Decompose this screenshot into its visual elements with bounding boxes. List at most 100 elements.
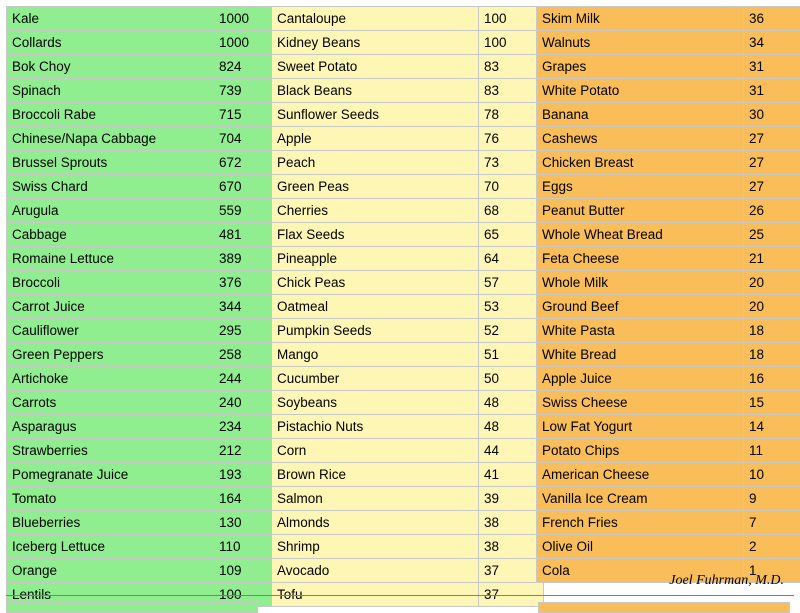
food-name: Cauliflower	[6, 318, 214, 343]
food-name: Whole Wheat Bread	[536, 222, 744, 247]
table-row: Swiss Chard 670	[6, 174, 279, 199]
food-name: Cashews	[536, 126, 744, 151]
food-score: 31	[743, 54, 800, 79]
food-score: 670	[213, 174, 279, 199]
table-row: Cherries 68	[271, 198, 544, 223]
footer: Joel Fuhrman, M.D.	[6, 573, 794, 613]
table-row: Cashews 27	[536, 126, 800, 151]
table-body-yellow: Cantaloupe 100 Kidney Beans 100 Sweet Potato…	[271, 6, 544, 607]
table-row: Apple Juice 16	[536, 366, 800, 391]
table-row: Cauliflower 295	[6, 318, 279, 343]
food-name: Banana	[536, 102, 744, 127]
food-score: 68	[478, 198, 544, 223]
food-score: 18	[743, 318, 800, 343]
food-name: Walnuts	[536, 30, 744, 55]
table-row: Chinese/Napa Cabbage 704	[6, 126, 279, 151]
legend-bars	[6, 602, 794, 613]
food-score: 18	[743, 342, 800, 367]
food-name: Whole Milk	[536, 270, 744, 295]
food-score: 100	[478, 6, 544, 31]
table-row: Strawberries 212	[6, 438, 279, 463]
table-row: Broccoli 376	[6, 270, 279, 295]
table-row: Almonds 38	[271, 510, 544, 535]
food-name: Carrots	[6, 390, 214, 415]
food-score: 739	[213, 78, 279, 103]
food-score: 83	[478, 78, 544, 103]
table-row: Olive Oil 2	[536, 534, 800, 559]
food-name: Swiss Chard	[6, 174, 214, 199]
food-name: Olive Oil	[536, 534, 744, 559]
table-row: Iceberg Lettuce 110	[6, 534, 279, 559]
columns-container: Kale 1000 Collards 1000 Bok Choy 824 Spinach 73…	[6, 6, 800, 607]
food-score: 21	[743, 246, 800, 271]
food-name: White Pasta	[536, 318, 744, 343]
food-name: White Potato	[536, 78, 744, 103]
table-row: Romaine Lettuce 389	[6, 246, 279, 271]
table-row: Shrimp 38	[271, 534, 544, 559]
food-name: Ground Beef	[536, 294, 744, 319]
table-row: Ground Beef 20	[536, 294, 800, 319]
table-row: Feta Cheese 21	[536, 246, 800, 271]
food-score: 65	[478, 222, 544, 247]
table-row: Apple 76	[271, 126, 544, 151]
food-score-table-orange: Skim Milk 36 Walnuts 34 Grapes 31 White Potato…	[536, 6, 800, 583]
table-row: Green Peppers 258	[6, 342, 279, 367]
food-name: Shrimp	[271, 534, 479, 559]
table-row: Cabbage 481	[6, 222, 279, 247]
food-name: Strawberries	[6, 438, 214, 463]
table-row: Salmon 39	[271, 486, 544, 511]
table-row: Walnuts 34	[536, 30, 800, 55]
table-row: American Cheese 10	[536, 462, 800, 487]
food-name: Apple Juice	[536, 366, 744, 391]
food-name: Bok Choy	[6, 54, 214, 79]
food-score: 76	[478, 126, 544, 151]
table-row: Spinach 739	[6, 78, 279, 103]
food-name: Tomato	[6, 486, 214, 511]
food-score: 83	[478, 54, 544, 79]
food-name: Cantaloupe	[271, 6, 479, 31]
food-name: Mango	[271, 342, 479, 367]
food-score: 704	[213, 126, 279, 151]
food-name: Low Fat Yogurt	[536, 414, 744, 439]
food-score: 20	[743, 270, 800, 295]
table-row: Swiss Cheese 15	[536, 390, 800, 415]
food-name: Cabbage	[6, 222, 214, 247]
food-score: 27	[743, 174, 800, 199]
table-row: Arugula 559	[6, 198, 279, 223]
food-name: American Cheese	[536, 462, 744, 487]
food-score: 7	[743, 510, 800, 535]
food-name: Chinese/Napa Cabbage	[6, 126, 214, 151]
table-row: Whole Milk 20	[536, 270, 800, 295]
food-score: 2	[743, 534, 800, 559]
food-score: 130	[213, 510, 279, 535]
food-score: 193	[213, 462, 279, 487]
food-name: French Fries	[536, 510, 744, 535]
food-name: Cherries	[271, 198, 479, 223]
food-score: 164	[213, 486, 279, 511]
food-score: 1000	[213, 6, 279, 31]
food-name: Iceberg Lettuce	[6, 534, 214, 559]
table-row: Asparagus 234	[6, 414, 279, 439]
food-score: 234	[213, 414, 279, 439]
food-name: Broccoli	[6, 270, 214, 295]
table-row: Low Fat Yogurt 14	[536, 414, 800, 439]
food-score: 31	[743, 78, 800, 103]
food-score: 27	[743, 126, 800, 151]
food-score: 50	[478, 366, 544, 391]
food-score: 70	[478, 174, 544, 199]
food-score: 344	[213, 294, 279, 319]
table-row: Kale 1000	[6, 6, 279, 31]
table-body-green: Kale 1000 Collards 1000 Bok Choy 824 Spinach 73…	[6, 6, 279, 607]
table-row: Pistachio Nuts 48	[271, 414, 544, 439]
food-score: 240	[213, 390, 279, 415]
food-score: 244	[213, 366, 279, 391]
table-row: White Potato 31	[536, 78, 800, 103]
food-score: 44	[478, 438, 544, 463]
food-score: 26	[743, 198, 800, 223]
food-name: Skim Milk	[536, 6, 744, 31]
legend-bar-orange	[538, 602, 790, 613]
table-row: Green Peas 70	[271, 174, 544, 199]
food-score: 25	[743, 222, 800, 247]
table-row: Collards 1000	[6, 30, 279, 55]
food-score: 36	[743, 6, 800, 31]
